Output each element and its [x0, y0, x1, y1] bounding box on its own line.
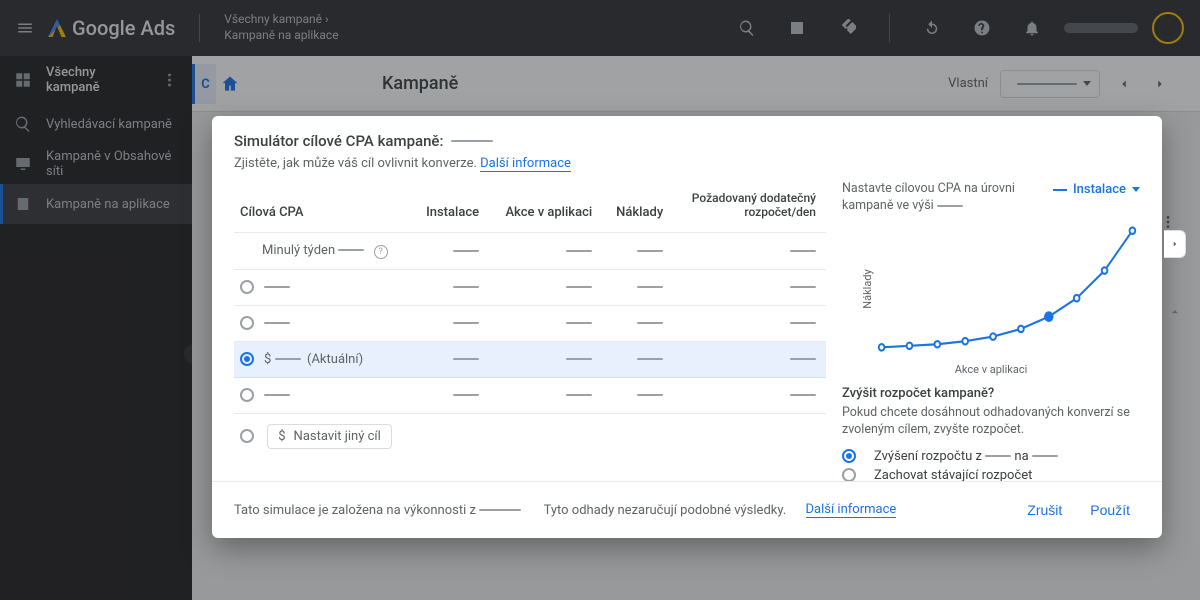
- table-row-custom[interactable]: $Nastavit jiný cíl: [234, 413, 826, 459]
- col-budget: Požadovaný dodatečnýrozpočet/den: [673, 181, 826, 232]
- learn-more-link[interactable]: Další informace: [480, 156, 571, 172]
- learn-more-link[interactable]: Další informace: [806, 502, 897, 518]
- radio-selected[interactable]: [240, 352, 254, 366]
- cpa-simulator-modal: Simulátor cílové CPA kampaně: Zjistěte, …: [212, 116, 1162, 538]
- budget-desc: Pokud chcete dosáhnout odhadovaných konv…: [842, 405, 1140, 439]
- table-row[interactable]: [234, 305, 826, 341]
- footer-note-b: Tyto odhady nezaručují podobné výsledky.: [544, 503, 787, 518]
- chevron-down-icon: [1132, 187, 1140, 192]
- row-last-week: Minulý týden ?: [234, 232, 826, 269]
- legend-line-icon: [1053, 189, 1067, 191]
- side-expand-icon[interactable]: [1164, 298, 1186, 326]
- radio[interactable]: [240, 429, 254, 443]
- apply-button[interactable]: Použít: [1080, 496, 1140, 524]
- table-row[interactable]: [234, 269, 826, 305]
- radio[interactable]: [240, 316, 254, 330]
- budget-opt-increase[interactable]: Zvýšení rozpočtu z na: [842, 449, 1140, 464]
- budget-heading: Zvýšit rozpočet kampaně?: [842, 386, 1140, 401]
- radio[interactable]: [240, 280, 254, 294]
- radio-selected[interactable]: [842, 449, 856, 463]
- footer-note-a: Tato simulace je založena na výkonnosti …: [234, 503, 521, 518]
- col-target-cpa: Cílová CPA: [234, 181, 412, 232]
- cancel-button[interactable]: Zrušit: [1017, 496, 1072, 524]
- budget-opt-keep[interactable]: Zachovat stávající rozpočet: [842, 468, 1140, 482]
- table-row[interactable]: [234, 377, 826, 413]
- modal-title: Simulátor cílové CPA kampaně:: [234, 132, 1140, 150]
- col-cost: Náklady: [602, 181, 673, 232]
- help-icon[interactable]: ?: [374, 245, 388, 259]
- col-inapp: Akce v aplikaci: [489, 181, 602, 232]
- chart-ylabel: Náklady: [861, 269, 874, 308]
- custom-target-input[interactable]: $Nastavit jiný cíl: [267, 424, 392, 449]
- modal-subtitle: Zjistěte, jak může váš cíl ovlivnit konv…: [234, 156, 1140, 171]
- side-peek-tab[interactable]: [1164, 230, 1186, 258]
- right-lead: Nastavte cílovou CPA na úrovni kampaně v…: [842, 181, 1047, 215]
- table-row-current[interactable]: $ (Aktuální): [234, 341, 826, 377]
- chart-xlabel: Akce v aplikaci: [842, 363, 1140, 376]
- metric-chip[interactable]: Instalace: [1053, 181, 1140, 199]
- radio[interactable]: [842, 468, 856, 481]
- col-installs: Instalace: [412, 181, 489, 232]
- simulator-chart: Náklady: [874, 219, 1140, 359]
- radio[interactable]: [240, 388, 254, 402]
- cpa-table: Cílová CPA Instalace Akce v aplikaci Nák…: [234, 181, 826, 459]
